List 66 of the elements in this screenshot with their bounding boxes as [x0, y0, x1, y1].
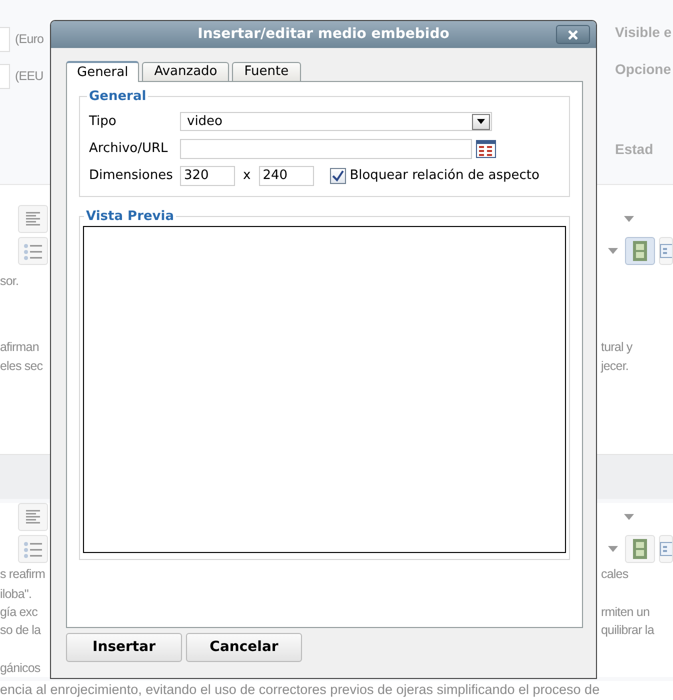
list-button[interactable] — [18, 237, 48, 265]
paragraph-text: eles sec — [0, 359, 43, 373]
input-field[interactable] — [0, 64, 10, 89]
caret-icon — [608, 546, 618, 552]
dialog-button[interactable]: Insertar — [66, 633, 182, 662]
media-button[interactable] — [625, 237, 655, 265]
checkbox-label: Bloquear relación de aspecto — [350, 166, 540, 185]
field-label: Tipo — [89, 113, 118, 131]
field-hint: (Euro — [15, 31, 44, 48]
field-hint: (EEU — [15, 68, 44, 86]
browse-button[interactable] — [476, 140, 496, 158]
dialog-title: Insertar/editar medio embebido — [198, 25, 450, 44]
table-button[interactable] — [659, 237, 673, 265]
list-icon — [23, 242, 43, 260]
align-left-icon — [25, 211, 41, 227]
table-icon — [660, 542, 672, 556]
paragraph-text: sor. — [0, 274, 19, 288]
caret-icon — [624, 216, 634, 222]
caret-icon — [477, 119, 485, 124]
media-button[interactable] — [625, 535, 655, 563]
paragraph-text: tural y — [601, 340, 632, 354]
table-icon — [660, 244, 672, 258]
field-label: Dimensiones — [89, 166, 174, 185]
paragraph-text: encia al enrojecimiento, evitando el uso de correctores previos de ojeras simplificando el proceso de — [0, 682, 600, 697]
film-icon — [633, 539, 647, 559]
caret-icon — [608, 248, 618, 254]
list-icon — [476, 140, 496, 158]
input-field[interactable] — [0, 27, 10, 52]
align-left-icon — [25, 509, 41, 525]
width-field[interactable]: 320 — [180, 166, 235, 186]
form-label: Visible e — [615, 24, 672, 40]
dialog-button[interactable]: Cancelar — [186, 633, 302, 662]
paragraph-text: iloba". — [0, 587, 32, 601]
height-field[interactable]: 240 — [258, 166, 314, 186]
tab[interactable]: General — [66, 61, 140, 82]
section-legend: Vista Previa — [84, 210, 176, 222]
film-icon — [633, 241, 647, 261]
field-label: Archivo/URL — [89, 140, 169, 158]
checkbox[interactable] — [330, 168, 346, 184]
paragraph-text: s reafirm — [0, 567, 46, 581]
separator-text: x — [243, 166, 251, 185]
paragraph-text: jecer. — [601, 359, 628, 373]
paragraph-text: gía exc — [0, 605, 38, 619]
close-button[interactable] — [556, 25, 590, 44]
paragraph-text: rmiten un — [601, 605, 650, 619]
tab[interactable]: Avanzado — [142, 62, 230, 81]
paragraph-text: afirman — [0, 340, 39, 354]
align-left-button[interactable] — [18, 205, 48, 233]
paragraph-text: so de la — [0, 623, 41, 637]
type-select[interactable]: video — [180, 112, 492, 132]
paragraph-text: cales — [601, 567, 628, 581]
section-legend: General — [87, 90, 148, 103]
tab[interactable]: Fuente — [232, 62, 301, 81]
close-icon — [568, 30, 578, 40]
list-icon — [23, 540, 43, 558]
list-button[interactable] — [18, 535, 48, 563]
dropdown-button[interactable] — [472, 114, 490, 130]
form-label: Opcione — [615, 61, 672, 77]
caret-icon — [624, 514, 634, 520]
paragraph-text: gánicos — [0, 661, 40, 675]
align-left-button[interactable] — [18, 503, 48, 531]
paragraph-text: quilibrar la — [601, 623, 654, 637]
url-field[interactable] — [180, 138, 472, 158]
table-button[interactable] — [659, 535, 673, 563]
form-label: Estad — [615, 141, 654, 157]
check-icon — [332, 170, 344, 182]
